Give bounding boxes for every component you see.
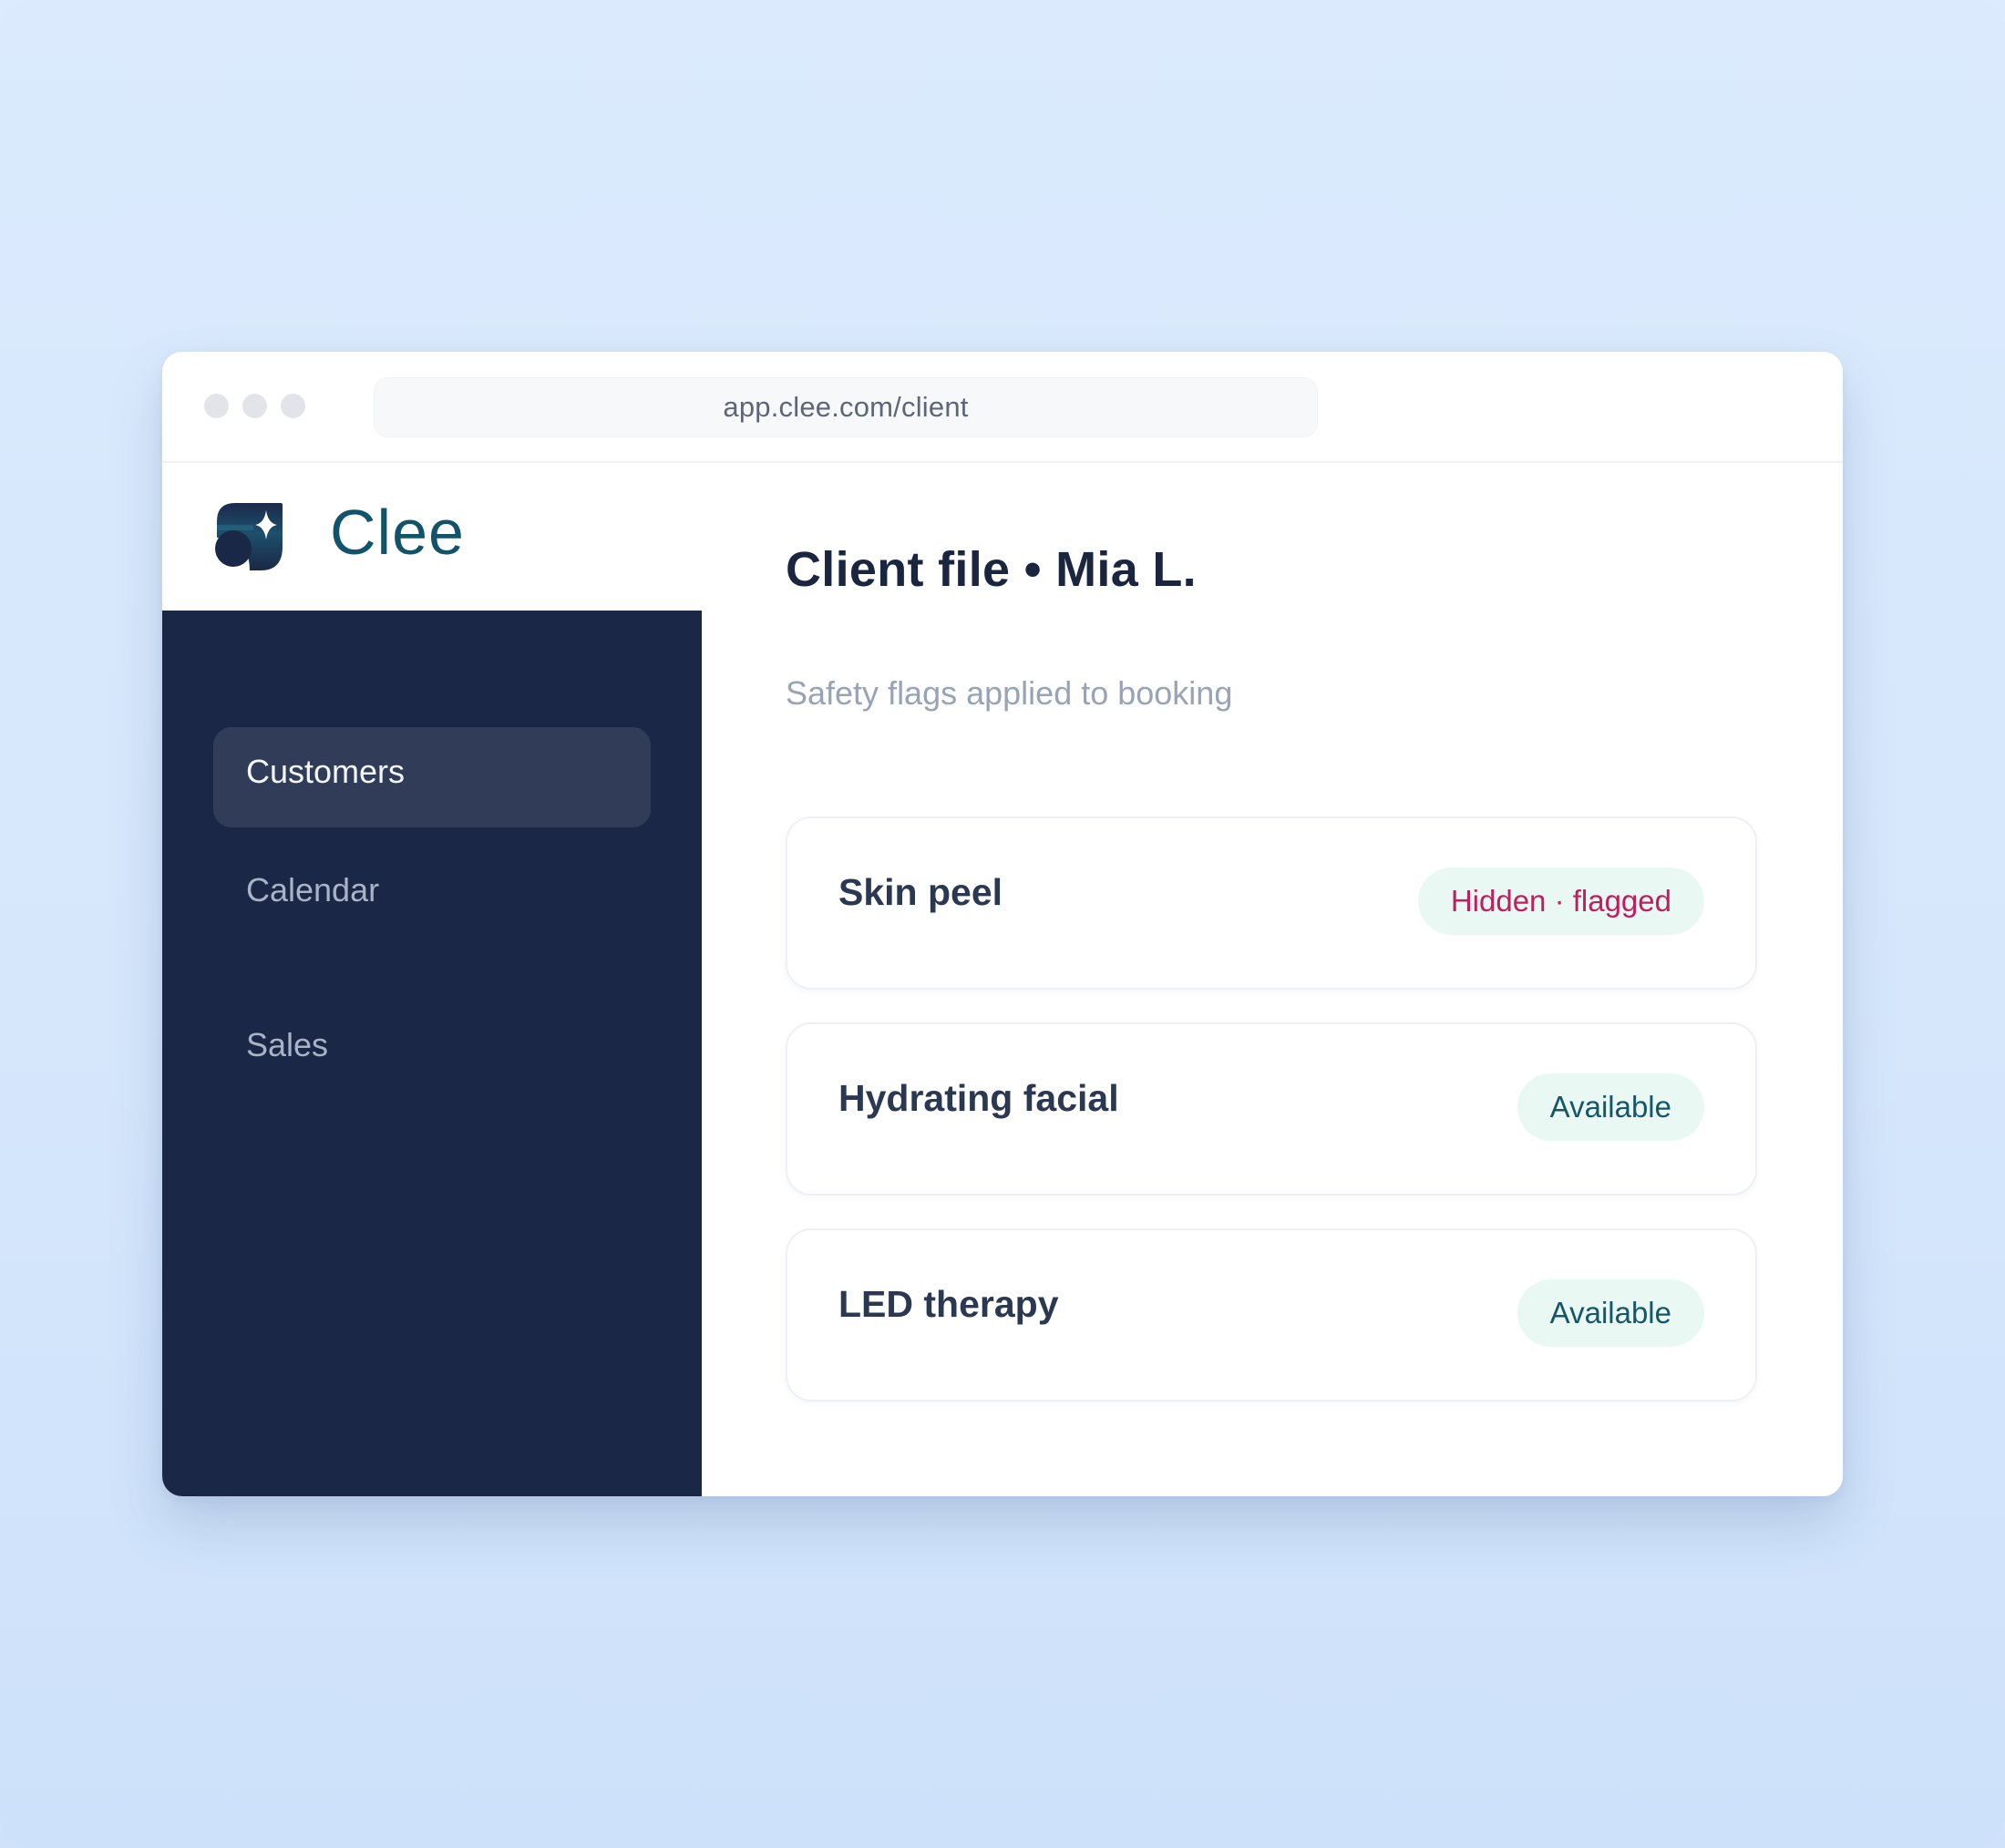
page-subtitle: Safety flags applied to booking [786, 674, 1233, 712]
browser-titlebar: app.clee.com/client [162, 352, 1843, 463]
treatment-card-skin-peel[interactable]: Skin peel Hidden · flagged [786, 816, 1757, 990]
sidebar-item-customers[interactable]: Customers [213, 727, 651, 827]
status-badge-flagged: Hidden · flagged [1417, 868, 1704, 935]
treatment-name: LED therapy [838, 1283, 1059, 1325]
window-close-dot[interactable] [204, 394, 229, 418]
url-text: app.clee.com/client [723, 391, 969, 423]
treatment-name: Skin peel [838, 871, 1003, 913]
window-maximize-dot[interactable] [281, 394, 305, 418]
brand-name[interactable]: Clee [330, 496, 465, 569]
treatment-card-hydrating-facial[interactable]: Hydrating facial Available [786, 1022, 1757, 1196]
sidebar-item-label: Customers [246, 753, 406, 790]
clee-logo-icon[interactable] [213, 501, 284, 572]
sidebar-item-label: Sales [246, 1026, 329, 1063]
status-badge-available: Available [1517, 1279, 1704, 1347]
address-bar[interactable]: app.clee.com/client [374, 377, 1318, 437]
status-badge-available: Available [1517, 1073, 1704, 1141]
browser-window: app.clee.com/client Clee Customers Calen… [162, 352, 1843, 1496]
main-content: Client file • Mia L. Safety flags applie… [702, 463, 1843, 1496]
sidebar-item-calendar[interactable]: Calendar [213, 846, 651, 946]
sidebar-nav: Customers Calendar Sales [162, 611, 702, 1496]
page-title: Client file • Mia L. [786, 542, 1197, 597]
treatment-card-led-therapy[interactable]: LED therapy Available [786, 1228, 1757, 1401]
sidebar-item-sales[interactable]: Sales [213, 1001, 651, 1101]
window-minimize-dot[interactable] [242, 394, 267, 418]
treatment-name: Hydrating facial [838, 1077, 1119, 1119]
brand-header: Clee [162, 463, 702, 611]
sidebar-item-label: Calendar [246, 871, 380, 909]
